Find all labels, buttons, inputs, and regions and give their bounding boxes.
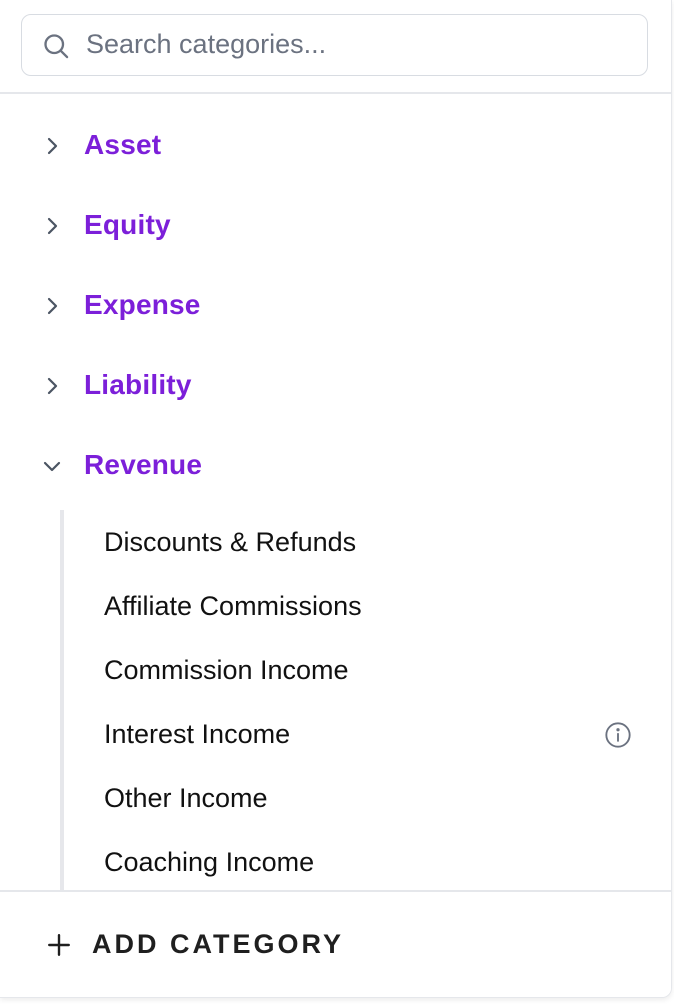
- info-icon[interactable]: [604, 721, 632, 749]
- category-group-label: Asset: [84, 129, 162, 160]
- category-item-label: Other Income: [104, 783, 268, 813]
- chevron-right-icon[interactable]: [40, 294, 64, 318]
- chevron-right-icon[interactable]: [40, 214, 64, 238]
- category-group-asset[interactable]: Asset: [0, 116, 671, 176]
- category-item-label: Discounts & Refunds: [104, 527, 357, 557]
- category-group-label: Revenue: [84, 449, 203, 480]
- chevron-down-icon[interactable]: [40, 454, 64, 478]
- search-icon: [44, 34, 69, 59]
- category-item-label: Coaching Income: [104, 847, 315, 877]
- footer: ADD CATEGORY: [0, 890, 671, 997]
- category-item[interactable]: Interest Income: [64, 704, 671, 764]
- plus-icon: [48, 934, 70, 956]
- add-category-label: ADD CATEGORY: [92, 929, 344, 959]
- category-item-label: Affiliate Commissions: [104, 591, 362, 621]
- category-group-label: Liability: [84, 369, 192, 400]
- category-item[interactable]: Discounts & Refunds: [64, 512, 671, 572]
- category-group-label: Expense: [84, 289, 201, 320]
- category-item-label: Commission Income: [104, 655, 349, 685]
- category-group-revenue[interactable]: Revenue: [0, 436, 671, 496]
- category-picker-panel: Asset Equity Expense Liability Revenue D…: [0, 0, 672, 998]
- category-item[interactable]: Other Income: [64, 768, 671, 828]
- category-item[interactable]: Coaching Income: [64, 832, 671, 892]
- category-group-equity[interactable]: Equity: [0, 196, 671, 256]
- add-category-button[interactable]: ADD CATEGORY: [40, 920, 360, 970]
- chevron-right-icon[interactable]: [40, 134, 64, 158]
- category-group-label: Equity: [84, 209, 171, 240]
- chevron-right-icon[interactable]: [40, 374, 64, 398]
- category-item[interactable]: Commission Income: [64, 640, 671, 700]
- category-group-liability[interactable]: Liability: [0, 356, 671, 416]
- search-box[interactable]: [21, 14, 648, 76]
- search-area: [0, 0, 671, 94]
- category-item[interactable]: Affiliate Commissions: [64, 576, 671, 636]
- category-group-expense[interactable]: Expense: [0, 276, 671, 336]
- category-item-label: Interest Income: [104, 719, 291, 749]
- search-input[interactable]: [86, 15, 626, 74]
